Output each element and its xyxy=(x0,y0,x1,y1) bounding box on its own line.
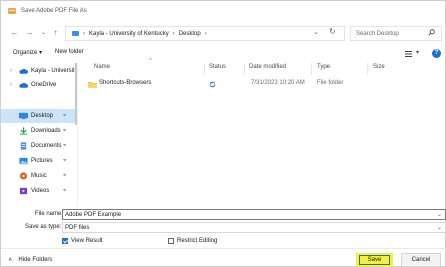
column-separator[interactable] xyxy=(311,63,312,75)
view-result-checkbox[interactable] xyxy=(62,237,68,244)
nav-item-onedrive[interactable]: › OneDrive xyxy=(1,78,75,92)
this-pc-icon xyxy=(72,31,79,36)
sort-ascending-icon: ^ xyxy=(149,58,152,64)
view-options-chevron-icon[interactable]: ▾ xyxy=(416,49,419,56)
file-row[interactable]: Shortcuts-Browsers 7/31/2023 10:20 AM Fi… xyxy=(85,79,405,90)
organize-menu-button[interactable]: Organize ▾ xyxy=(13,49,42,56)
nav-item-videos[interactable]: Videos ⌖ xyxy=(1,184,75,198)
search-icon xyxy=(428,29,435,36)
file-type: File folder xyxy=(317,80,344,86)
save-as-type-value: PDF files xyxy=(65,224,90,231)
download-icon xyxy=(19,127,28,135)
command-bar: Organize ▾ New folder ▾ ? xyxy=(1,46,446,62)
footer-divider xyxy=(1,248,446,249)
column-header-status[interactable]: Status xyxy=(209,64,226,75)
sync-icon xyxy=(209,81,216,88)
hide-folders-label: Hide Folders xyxy=(18,256,53,263)
save-dialog: Save Adobe PDF File As ← → ⌄ ↑ › Kayla -… xyxy=(0,0,446,267)
breadcrumb-separator-icon[interactable]: › xyxy=(205,31,207,37)
address-history-chevron-icon[interactable]: ⌄ xyxy=(313,28,319,36)
expand-chevron-icon[interactable]: › xyxy=(10,68,12,74)
document-icon xyxy=(20,142,27,150)
desktop-icon xyxy=(19,112,28,120)
navigation-pane: › Kayla - Universit › OneDrive Desktop ⌖ xyxy=(1,62,77,205)
search-placeholder: Search Desktop xyxy=(356,30,399,37)
breadcrumb-separator-icon[interactable]: › xyxy=(173,31,175,37)
file-date-modified: 7/31/2023 10:20 AM xyxy=(251,80,305,86)
pin-icon[interactable]: ⌖ xyxy=(63,113,66,120)
save-button-label: Save xyxy=(359,255,390,265)
column-separator[interactable] xyxy=(367,63,368,75)
column-separator[interactable] xyxy=(244,63,245,75)
music-icon xyxy=(19,172,28,180)
breadcrumb-separator-icon[interactable]: › xyxy=(83,31,85,37)
recent-locations-chevron-icon[interactable]: ⌄ xyxy=(39,28,48,38)
pin-icon[interactable]: ⌖ xyxy=(63,188,66,195)
chevron-up-icon: ∧ xyxy=(8,257,13,263)
search-input[interactable]: Search Desktop xyxy=(350,26,442,41)
videos-icon xyxy=(19,187,28,195)
view-result-option[interactable]: View Result xyxy=(62,235,103,246)
pin-icon[interactable]: ⌖ xyxy=(63,173,66,180)
expand-chevron-icon[interactable]: › xyxy=(10,82,12,88)
save-as-type-label: Save as type: xyxy=(25,224,62,230)
back-arrow-icon[interactable]: ← xyxy=(10,28,19,38)
pin-icon[interactable]: ⌖ xyxy=(63,128,66,135)
save-as-type-select[interactable]: PDF files ⌄ xyxy=(62,222,446,233)
save-as-type-dropdown-icon[interactable]: ⌄ xyxy=(437,224,442,231)
nav-item-downloads[interactable]: Downloads ⌖ xyxy=(1,124,75,138)
breadcrumb-user[interactable]: Kayla - University of Kentucky xyxy=(89,31,169,37)
cloud-icon xyxy=(19,68,28,74)
file-name-field[interactable]: Adobe PDF Example ⌄ xyxy=(62,209,446,220)
refresh-icon[interactable]: ↻ xyxy=(329,27,336,36)
help-icon[interactable]: ? xyxy=(432,49,441,58)
column-header-name[interactable]: Name xyxy=(94,64,110,75)
nav-item-music[interactable]: Music ⌖ xyxy=(1,169,75,183)
title-bar: Save Adobe PDF File As xyxy=(1,1,446,21)
nav-item-pictures[interactable]: Pictures ⌖ xyxy=(1,154,75,168)
pictures-icon xyxy=(19,157,28,165)
cloud-icon xyxy=(19,82,28,88)
pane-divider[interactable] xyxy=(77,62,78,205)
nav-item-documents[interactable]: Documents ⌖ xyxy=(1,139,75,153)
hide-folders-button[interactable]: ∧ Hide Folders xyxy=(8,256,53,264)
column-header-size[interactable]: Size xyxy=(373,64,385,75)
restrict-editing-checkbox[interactable] xyxy=(168,237,174,244)
forward-arrow-icon[interactable]: → xyxy=(25,28,34,38)
pin-icon[interactable]: ⌖ xyxy=(63,158,66,165)
file-name[interactable]: Shortcuts-Browsers xyxy=(99,80,151,86)
file-name-value[interactable]: Adobe PDF Example xyxy=(65,212,121,218)
nav-item-desktop[interactable]: Desktop ⌖ xyxy=(1,109,75,123)
restrict-editing-label[interactable]: Restrict Editing xyxy=(177,238,217,244)
file-name-dropdown-icon[interactable]: ⌄ xyxy=(437,211,442,218)
address-row: ← → ⌄ ↑ › Kayla - University of Kentucky… xyxy=(1,22,446,44)
cancel-button[interactable]: Cancel xyxy=(401,253,441,267)
address-bar[interactable]: › Kayla - University of Kentucky › Deskt… xyxy=(65,26,345,41)
window-title: Save Adobe PDF File As xyxy=(21,8,87,14)
column-header-date-modified[interactable]: Date modified xyxy=(249,64,286,75)
save-button[interactable]: Save xyxy=(356,253,393,267)
breadcrumb-desktop[interactable]: Desktop xyxy=(179,31,201,37)
restrict-editing-option[interactable]: Restrict Editing xyxy=(168,235,217,246)
acrobat-app-icon xyxy=(8,8,16,14)
up-arrow-icon[interactable]: ↑ xyxy=(51,28,60,38)
column-header-type[interactable]: Type xyxy=(317,64,330,75)
view-options-icon[interactable] xyxy=(405,51,412,57)
column-separator[interactable] xyxy=(204,63,205,75)
view-result-label[interactable]: View Result xyxy=(71,238,103,244)
file-name-label: File name: xyxy=(35,211,64,217)
nav-item-kayla-university[interactable]: › Kayla - Universit xyxy=(1,64,75,78)
pin-icon[interactable]: ⌖ xyxy=(63,143,66,150)
folder-icon xyxy=(88,82,97,88)
new-folder-button[interactable]: New folder xyxy=(55,49,84,55)
